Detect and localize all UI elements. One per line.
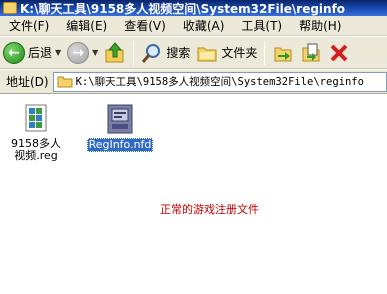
back-arrow-icon: ← [3,41,25,64]
back-label: 后退 [28,46,53,60]
file-item-reg[interactable]: 9158多人视频.reg [8,103,64,162]
back-button[interactable]: ← 后退 ▼ [0,39,64,67]
search-icon [142,43,161,63]
search-button[interactable]: 搜索 [138,39,193,67]
chevron-down-icon[interactable]: ▼ [55,48,61,57]
file-name: 9158多人视频.reg [11,137,61,162]
menu-favorites[interactable]: 收藏(A) [174,17,233,34]
delete-button[interactable] [325,39,353,67]
toolbar-separator [264,40,266,65]
search-label: 搜索 [166,46,191,60]
move-to-folder-icon [274,47,292,61]
move-to-button[interactable] [269,39,297,67]
menu-help[interactable]: 帮助(H) [290,17,349,34]
file-item-nfd[interactable]: RegInfo.nfd [82,103,158,152]
menu-tools[interactable]: 工具(T) [232,17,290,34]
menu-file[interactable]: 文件(F) [0,17,57,34]
copy-to-button[interactable] [297,39,325,67]
address-bar: 地址(D) K:\聊天工具\9158多人视频空间\System32File\re… [0,70,387,94]
folder-up-icon [105,41,124,62]
folders-icon [197,47,217,61]
address-path: K:\聊天工具\9158多人视频空间\System32File\reginfo [75,76,364,88]
toolbar: ← 后退 ▼ → ▼ 搜索 文件夹 [0,37,387,69]
chevron-down-icon[interactable]: ▼ [92,48,98,57]
registry-file-icon [25,104,47,132]
annotation-text: 正常的游戏注册文件 [160,203,259,216]
title-bar[interactable]: K:\聊天工具\9158多人视频空间\System32File\reginfo [0,0,387,16]
folders-label: 文件夹 [221,46,258,60]
folder-icon [57,76,73,87]
folders-button[interactable]: 文件夹 [193,39,260,67]
forward-arrow-icon: → [67,41,90,64]
file-name: RegInfo.nfd [86,138,154,152]
menu-view[interactable]: 查看(V) [115,17,174,34]
window-title: K:\聊天工具\9158多人视频空间\System32File\reginfo [20,1,346,16]
copy-to-folder-icon [302,43,320,61]
delete-icon [330,44,348,61]
menu-edit[interactable]: 编辑(E) [57,17,115,34]
address-label: 地址(D) [6,75,49,89]
address-field[interactable]: K:\聊天工具\9158多人视频空间\System32File\reginfo [52,71,387,92]
toolbar-separator [133,40,135,65]
file-list: 9158多人视频.reg RegInfo.nfd 正常的游戏注册文件 [0,95,387,294]
folder-icon [3,2,17,14]
up-button[interactable] [101,39,129,67]
menu-bar: 文件(F) 编辑(E) 查看(V) 收藏(A) 工具(T) 帮助(H) [0,16,387,36]
forward-button[interactable]: → ▼ [64,39,101,67]
nfd-file-icon [107,104,133,134]
